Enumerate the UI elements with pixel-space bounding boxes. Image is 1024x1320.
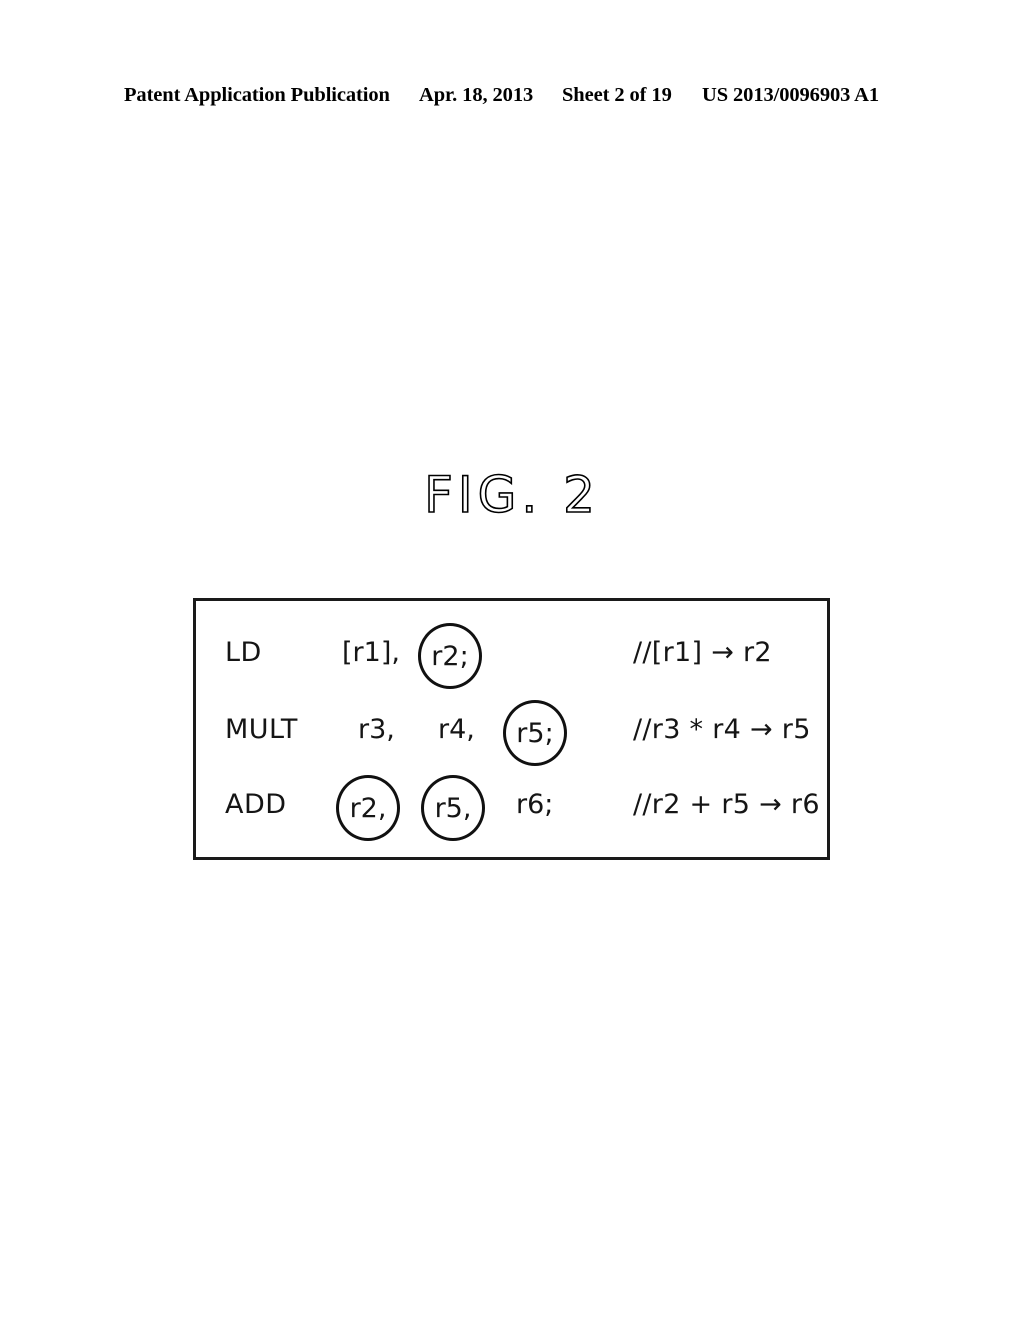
instruction-operand: r5, [434,792,472,824]
instruction-mnemonic: MULT [225,714,298,745]
instruction-mnemonic: LD [225,637,262,668]
instruction-comment: //r3 * r4 → r5 [633,714,811,745]
instruction-comment: //r2 + r5 → r6 [633,789,820,820]
code-listing-box: LD [r1], r2; //[r1] → r2 MULT r3, r4, r5… [193,598,830,860]
page-header: Patent Application Publication Apr. 18, … [124,84,900,114]
circled-operand-annotation: r5; [503,700,567,766]
instruction-mnemonic: ADD [225,789,287,820]
circled-operand-annotation: r5, [421,775,485,841]
header-publication-label: Patent Application Publication [124,84,390,106]
instruction-operand: r2, [349,792,387,824]
instruction-operand: r3, [358,714,395,745]
code-row: ADD r2, r5, r6; //r2 + r5 → r6 [196,767,827,843]
code-row: MULT r3, r4, r5; //r3 * r4 → r5 [196,692,827,768]
instruction-operand: r6; [516,789,554,820]
circled-operand-annotation: r2, [336,775,400,841]
figure-title: FIG. 2 [0,465,1024,525]
instruction-operand: r4, [438,714,475,745]
code-row: LD [r1], r2; //[r1] → r2 [196,615,827,691]
circled-operand-annotation: r2; [418,623,482,689]
figure-title-text: FIG. 2 [423,465,600,525]
instruction-comment: //[r1] → r2 [633,637,772,668]
header-publication-date: Apr. 18, 2013 [419,84,534,106]
header-sheet-number: Sheet 2 of 19 [562,84,672,106]
instruction-operand: [r1], [342,637,400,668]
header-document-number: US 2013/0096903 A1 [702,84,880,106]
instruction-operand: r5; [516,717,554,749]
instruction-operand: r2; [431,640,469,672]
